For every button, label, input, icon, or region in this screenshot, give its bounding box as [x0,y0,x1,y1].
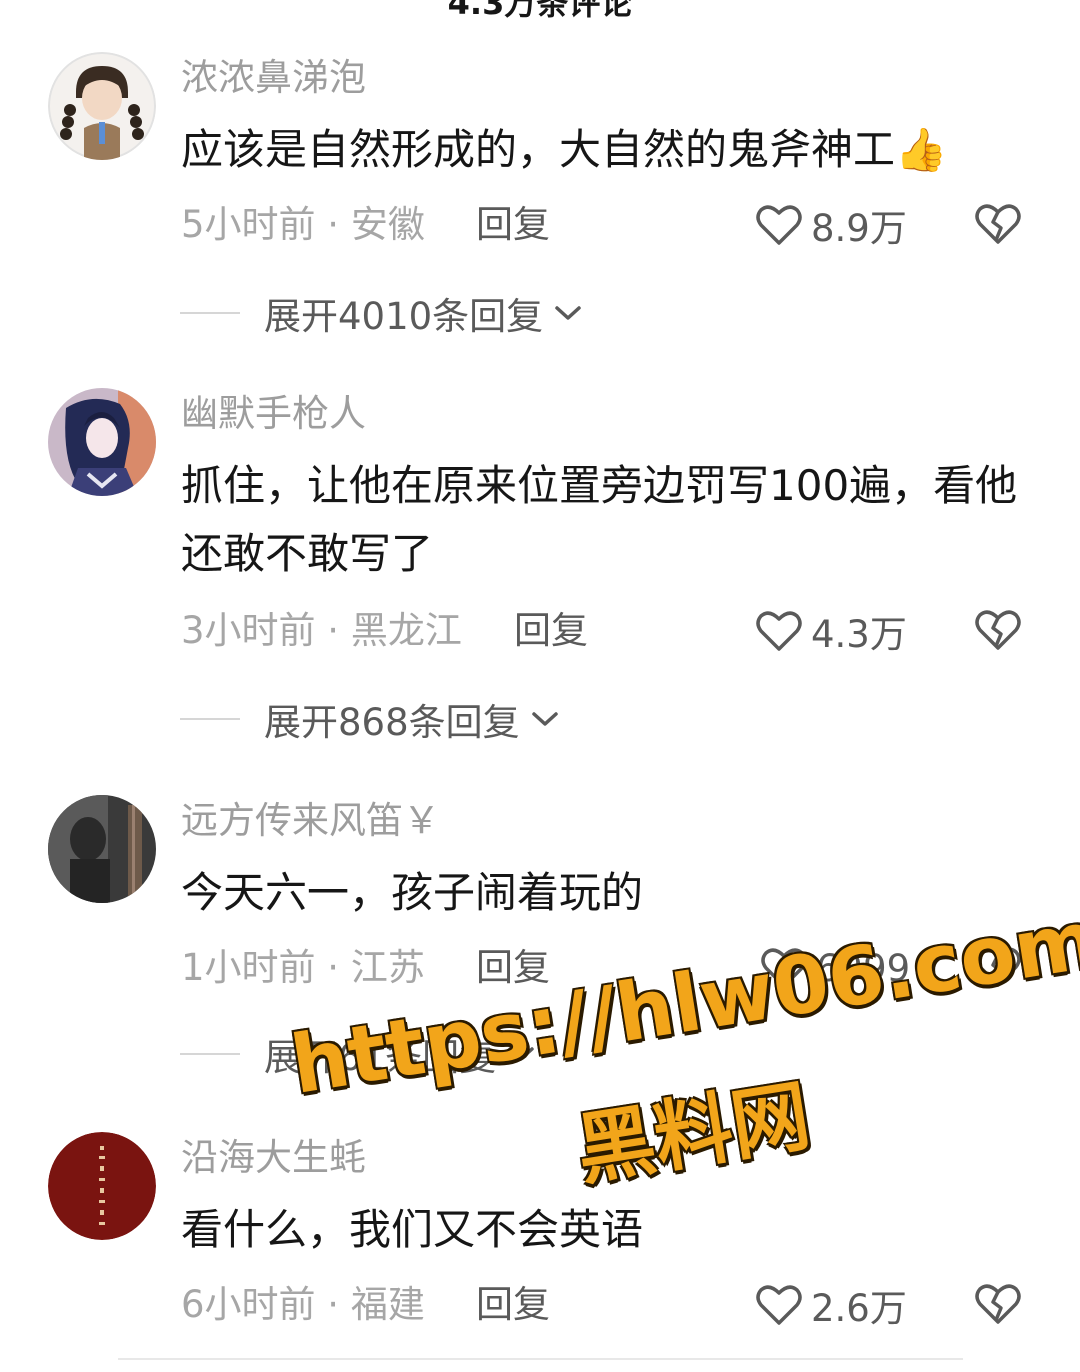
like-button[interactable]: 8.9万 [755,200,907,250]
username[interactable]: 远方传来风笛￥ [181,797,440,845]
comment-meta: 1小时前 · 江苏 [181,946,425,989]
expand-replies-button[interactable]: 展开4010条回复 [180,288,583,338]
watermark-site-name: 黑料网 [570,1071,817,1197]
reply-button[interactable]: 回复 [514,606,588,656]
broken-heart-icon [975,204,1021,244]
like-count: 8.9万 [811,207,907,250]
username[interactable]: 幽默手枪人 [181,390,366,438]
like-button[interactable]: 6999 [760,943,910,993]
username[interactable]: 浓浓鼻涕泡 [181,54,366,102]
divider-line [180,718,240,720]
reply-button[interactable]: 回复 [476,1280,550,1330]
expand-replies-button[interactable]: 展开61条回复 [180,1029,536,1079]
expand-replies-label: 展开4010条回复 [264,295,544,338]
dislike-button[interactable] [974,608,1022,656]
like-button[interactable]: 2.6万 [755,1280,907,1330]
heart-icon [756,1285,802,1325]
thumbs-up-emoji: 👍 [895,125,948,174]
expand-replies-label: 展开61条回复 [264,1036,497,1079]
comment-text: 今天六一，孩子闹着玩的 [181,868,644,917]
reply-button[interactable]: 回复 [476,943,550,993]
comment-text: 抓住，让他在原来位置旁边罚写100遍，看他还敢不敢写了 [181,461,1018,578]
broken-heart-icon [975,947,1021,987]
like-count: 2.6万 [811,1287,907,1330]
reply-button[interactable]: 回复 [476,200,550,250]
expand-replies-button[interactable]: 展开868条回复 [180,694,560,744]
broken-heart-icon [975,1284,1021,1324]
chevron-down-icon [531,712,558,726]
expand-replies-label: 展开868条回复 [264,701,520,744]
like-count: 6999 [816,946,911,990]
dislike-button[interactable] [974,202,1022,250]
avatar[interactable] [48,388,156,496]
comment-text: 应该是自然形成的，大自然的鬼斧神工👍 [181,125,948,174]
heart-icon [761,948,807,988]
divider-line [180,1053,240,1055]
comments-header-title: 4.3万条评论 [447,0,633,22]
comment-meta: 3小时前 · 黑龙江 [181,609,462,652]
chevron-down-icon [555,306,581,320]
username[interactable]: 沿海大生蚝 [181,1134,366,1182]
divider-line [180,312,240,314]
dislike-button[interactable] [974,1282,1022,1330]
avatar[interactable] [48,1132,156,1240]
comment-text: 看什么，我们又不会英语 [181,1205,644,1254]
like-count: 4.3万 [811,613,907,656]
heart-icon [756,205,802,245]
comment-meta: 5小时前 · 安徽 [181,203,425,246]
avatar[interactable] [48,795,156,903]
heart-icon [756,611,802,651]
like-button[interactable]: 4.3万 [755,606,907,656]
chevron-down-icon [508,1047,534,1061]
avatar[interactable] [48,52,156,160]
broken-heart-icon [975,610,1021,650]
dislike-button[interactable] [974,945,1022,993]
comment-meta: 6小时前 · 福建 [181,1283,425,1326]
